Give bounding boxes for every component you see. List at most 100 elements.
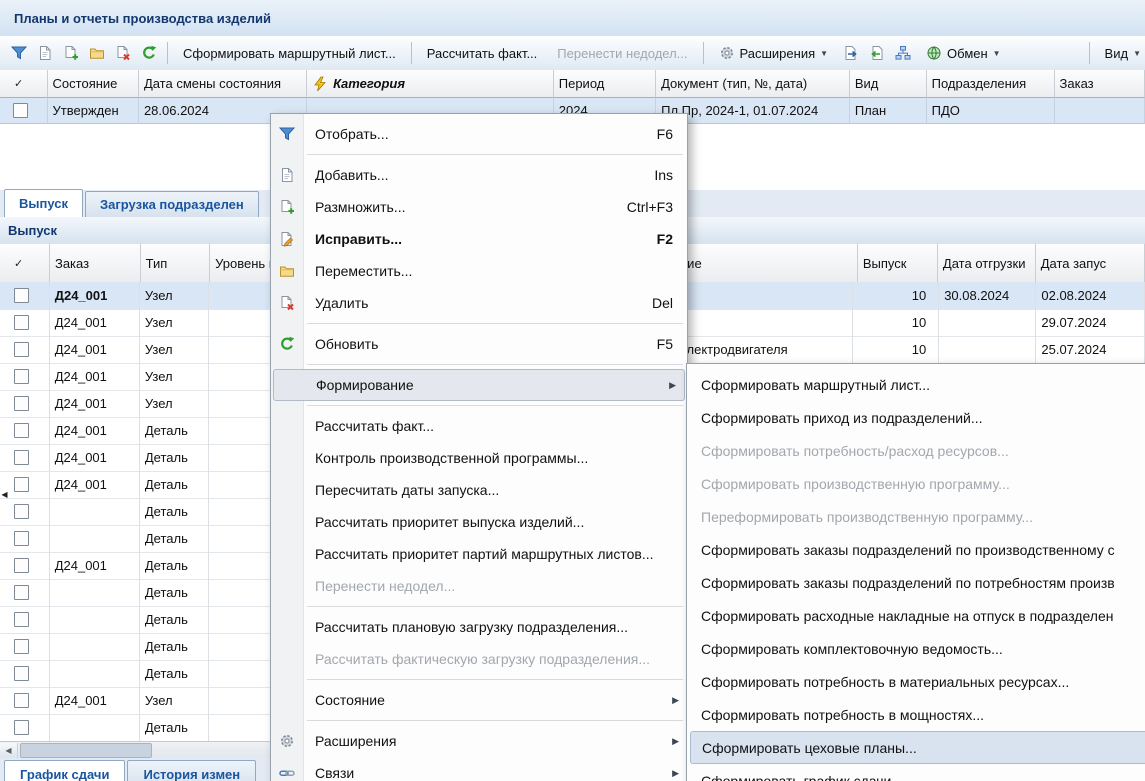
column-header-type[interactable]: Тип: [141, 244, 210, 283]
context-menu-item[interactable]: Рассчитать плановую загрузку подразделен…: [271, 611, 687, 643]
row-checkbox[interactable]: [14, 666, 29, 681]
row-checkbox[interactable]: [14, 612, 29, 627]
calc-fact-button[interactable]: Рассчитать факт...: [418, 40, 547, 66]
row-checkbox-cell[interactable]: [0, 390, 50, 418]
row-checkbox[interactable]: [14, 342, 29, 357]
context-menu-item[interactable]: ОбновитьF5: [271, 328, 687, 360]
row-checkbox[interactable]: [14, 396, 29, 411]
column-header-departments[interactable]: Подразделения: [927, 70, 1055, 98]
column-header-order[interactable]: Заказ: [1055, 70, 1145, 98]
submenu-item[interactable]: Сформировать расходные накладные на отпу…: [687, 599, 1145, 632]
row-checkbox[interactable]: [14, 585, 29, 600]
row-checkbox-cell[interactable]: [0, 336, 50, 364]
row-checkbox[interactable]: [14, 450, 29, 465]
column-header-launch-date[interactable]: Дата запус: [1036, 244, 1145, 283]
column-header-state-date[interactable]: Дата смены состояния: [139, 70, 307, 98]
delete-button[interactable]: [111, 40, 135, 66]
submenu-item[interactable]: Сформировать цеховые планы...: [690, 731, 1145, 764]
context-menu-item[interactable]: Контроль производственной программы...: [271, 442, 687, 474]
row-checkbox-cell[interactable]: [0, 98, 48, 124]
context-menu-item[interactable]: Исправить...F2: [271, 223, 687, 255]
tab-vypusk[interactable]: Выпуск: [4, 189, 83, 217]
row-checkbox-cell[interactable]: [0, 606, 50, 634]
scrollbar-thumb[interactable]: [20, 743, 152, 758]
extensions-button[interactable]: Расширения ▼: [710, 40, 838, 66]
collapse-panel-arrow[interactable]: ◀: [0, 474, 9, 514]
select-all-header[interactable]: ✓: [0, 70, 48, 98]
menu-separator: [271, 602, 687, 611]
context-menu-item[interactable]: Формирование▶: [273, 369, 685, 401]
column-header-kind[interactable]: Вид: [850, 70, 927, 98]
context-menu-item[interactable]: Отобрать...F6: [271, 118, 687, 150]
row-checkbox[interactable]: [14, 639, 29, 654]
context-menu-item[interactable]: УдалитьDel: [271, 287, 687, 319]
submenu-item[interactable]: Сформировать маршрутный лист...: [687, 368, 1145, 401]
column-header-period[interactable]: Период: [554, 70, 656, 98]
row-checkbox-cell[interactable]: [0, 687, 50, 715]
export-button[interactable]: [839, 40, 863, 66]
column-header-state[interactable]: Состояние: [48, 70, 139, 98]
row-checkbox[interactable]: [14, 369, 29, 384]
submenu-item[interactable]: Сформировать приход из подразделений...: [687, 401, 1145, 434]
submenu-item[interactable]: Сформировать график сдачи...: [687, 764, 1145, 781]
column-header-document[interactable]: Документ (тип, №, дата): [656, 70, 850, 98]
context-menu-item[interactable]: Состояние▶: [271, 684, 687, 716]
context-menu-item[interactable]: Рассчитать факт...: [271, 410, 687, 442]
row-checkbox[interactable]: [14, 720, 29, 735]
filter-button[interactable]: [7, 40, 31, 66]
context-menu-item[interactable]: Переместить...: [271, 255, 687, 287]
exchange-button[interactable]: Обмен ▼: [917, 40, 1010, 66]
submenu-item[interactable]: Сформировать заказы подразделений по про…: [687, 533, 1145, 566]
row-checkbox[interactable]: [14, 693, 29, 708]
structure-button[interactable]: [891, 40, 915, 66]
route-list-button[interactable]: Сформировать маршрутный лист...: [174, 40, 405, 66]
context-menu-item[interactable]: Размножить...Ctrl+F3: [271, 191, 687, 223]
row-checkbox[interactable]: [14, 504, 29, 519]
context-menu-item[interactable]: Пересчитать даты запуска...: [271, 474, 687, 506]
column-header-order[interactable]: Заказ: [50, 244, 141, 283]
row-checkbox[interactable]: [14, 558, 29, 573]
row-checkbox-cell[interactable]: [0, 444, 50, 472]
refresh-button[interactable]: [137, 40, 161, 66]
cell-type: Деталь: [140, 606, 209, 634]
submenu-item[interactable]: Сформировать комплектовочную ведомость..…: [687, 632, 1145, 665]
exchange-label: Обмен: [947, 46, 988, 61]
row-checkbox-cell[interactable]: [0, 363, 50, 391]
view-button[interactable]: Вид ▼: [1096, 40, 1145, 66]
column-header-category[interactable]: Категория: [307, 70, 554, 98]
submenu-item[interactable]: Сформировать потребность в мощностях...: [687, 698, 1145, 731]
row-checkbox-cell[interactable]: [0, 309, 50, 337]
row-checkbox-cell[interactable]: [0, 552, 50, 580]
context-menu-item[interactable]: Рассчитать приоритет выпуска изделий...: [271, 506, 687, 538]
submenu-item[interactable]: Сформировать заказы подразделений по пот…: [687, 566, 1145, 599]
select-all-header[interactable]: ✓: [0, 244, 50, 283]
context-menu-item[interactable]: Расширения▶: [271, 725, 687, 757]
row-checkbox-cell[interactable]: [0, 579, 50, 607]
row-checkbox-cell[interactable]: [0, 417, 50, 445]
move-button[interactable]: [85, 40, 109, 66]
row-checkbox[interactable]: [14, 288, 29, 303]
row-checkbox-cell[interactable]: [0, 660, 50, 688]
copy-button[interactable]: [59, 40, 83, 66]
submenu-item[interactable]: Сформировать потребность в материальных …: [687, 665, 1145, 698]
import-button[interactable]: [865, 40, 889, 66]
row-checkbox-cell[interactable]: [0, 525, 50, 553]
row-checkbox-cell[interactable]: [0, 633, 50, 661]
add-button[interactable]: [33, 40, 57, 66]
tab-istoriya[interactable]: История измен: [127, 760, 256, 781]
tab-grafik-sdachi[interactable]: График сдачи: [4, 760, 125, 781]
context-menu-item[interactable]: Рассчитать приоритет партий маршрутных л…: [271, 538, 687, 570]
tab-zagruzka[interactable]: Загрузка подразделен: [85, 191, 259, 217]
row-checkbox[interactable]: [14, 531, 29, 546]
row-checkbox-cell[interactable]: [0, 282, 50, 310]
context-menu-item[interactable]: Добавить...Ins: [271, 159, 687, 191]
row-checkbox-cell[interactable]: [0, 714, 50, 742]
column-header-output[interactable]: Выпуск: [858, 244, 938, 283]
context-menu-item[interactable]: Связи▶: [271, 757, 687, 781]
row-checkbox[interactable]: [14, 477, 29, 492]
row-checkbox[interactable]: [13, 103, 28, 118]
row-checkbox[interactable]: [14, 423, 29, 438]
row-checkbox[interactable]: [14, 315, 29, 330]
column-header-ship-date[interactable]: Дата отгрузки: [938, 244, 1036, 283]
scroll-left-button[interactable]: ◀: [0, 743, 18, 759]
